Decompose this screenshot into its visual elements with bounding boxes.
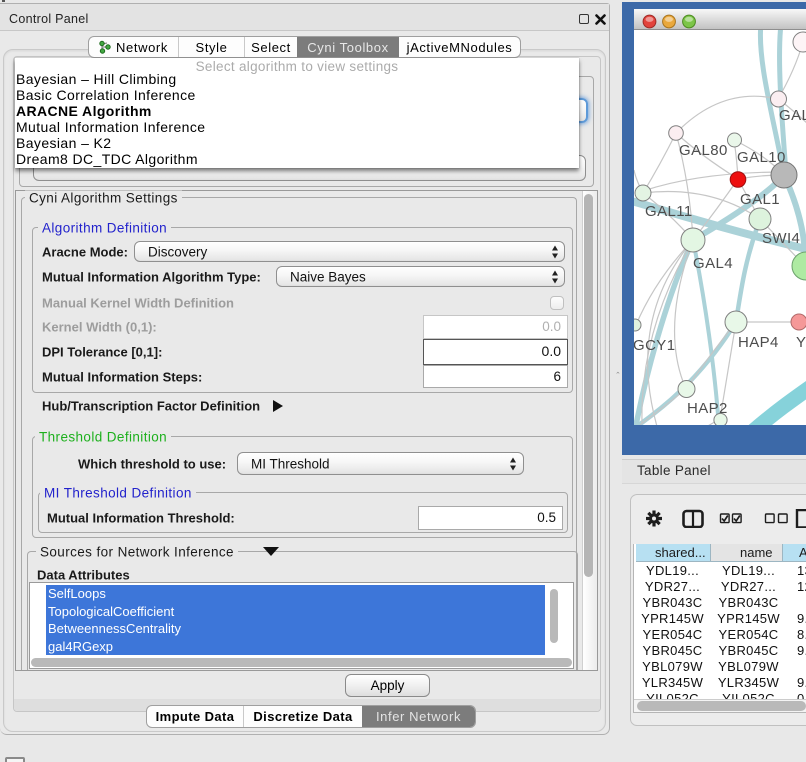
svg-text:GAL1: GAL1 <box>740 191 780 208</box>
svg-text:GAL10: GAL10 <box>737 149 786 166</box>
svg-text:GAL11: GAL11 <box>645 203 693 220</box>
svg-text:Y: Y <box>796 334 806 351</box>
svg-text:GAL80: GAL80 <box>679 142 728 159</box>
svg-text:GAL4: GAL4 <box>693 255 733 272</box>
svg-text:GCY1: GCY1 <box>634 337 675 354</box>
svg-text:HAP4: HAP4 <box>738 334 779 351</box>
svg-text:HAP2: HAP2 <box>687 400 728 417</box>
svg-text:SWI4: SWI4 <box>762 230 800 247</box>
svg-text:GAL2: GAL2 <box>779 107 806 124</box>
